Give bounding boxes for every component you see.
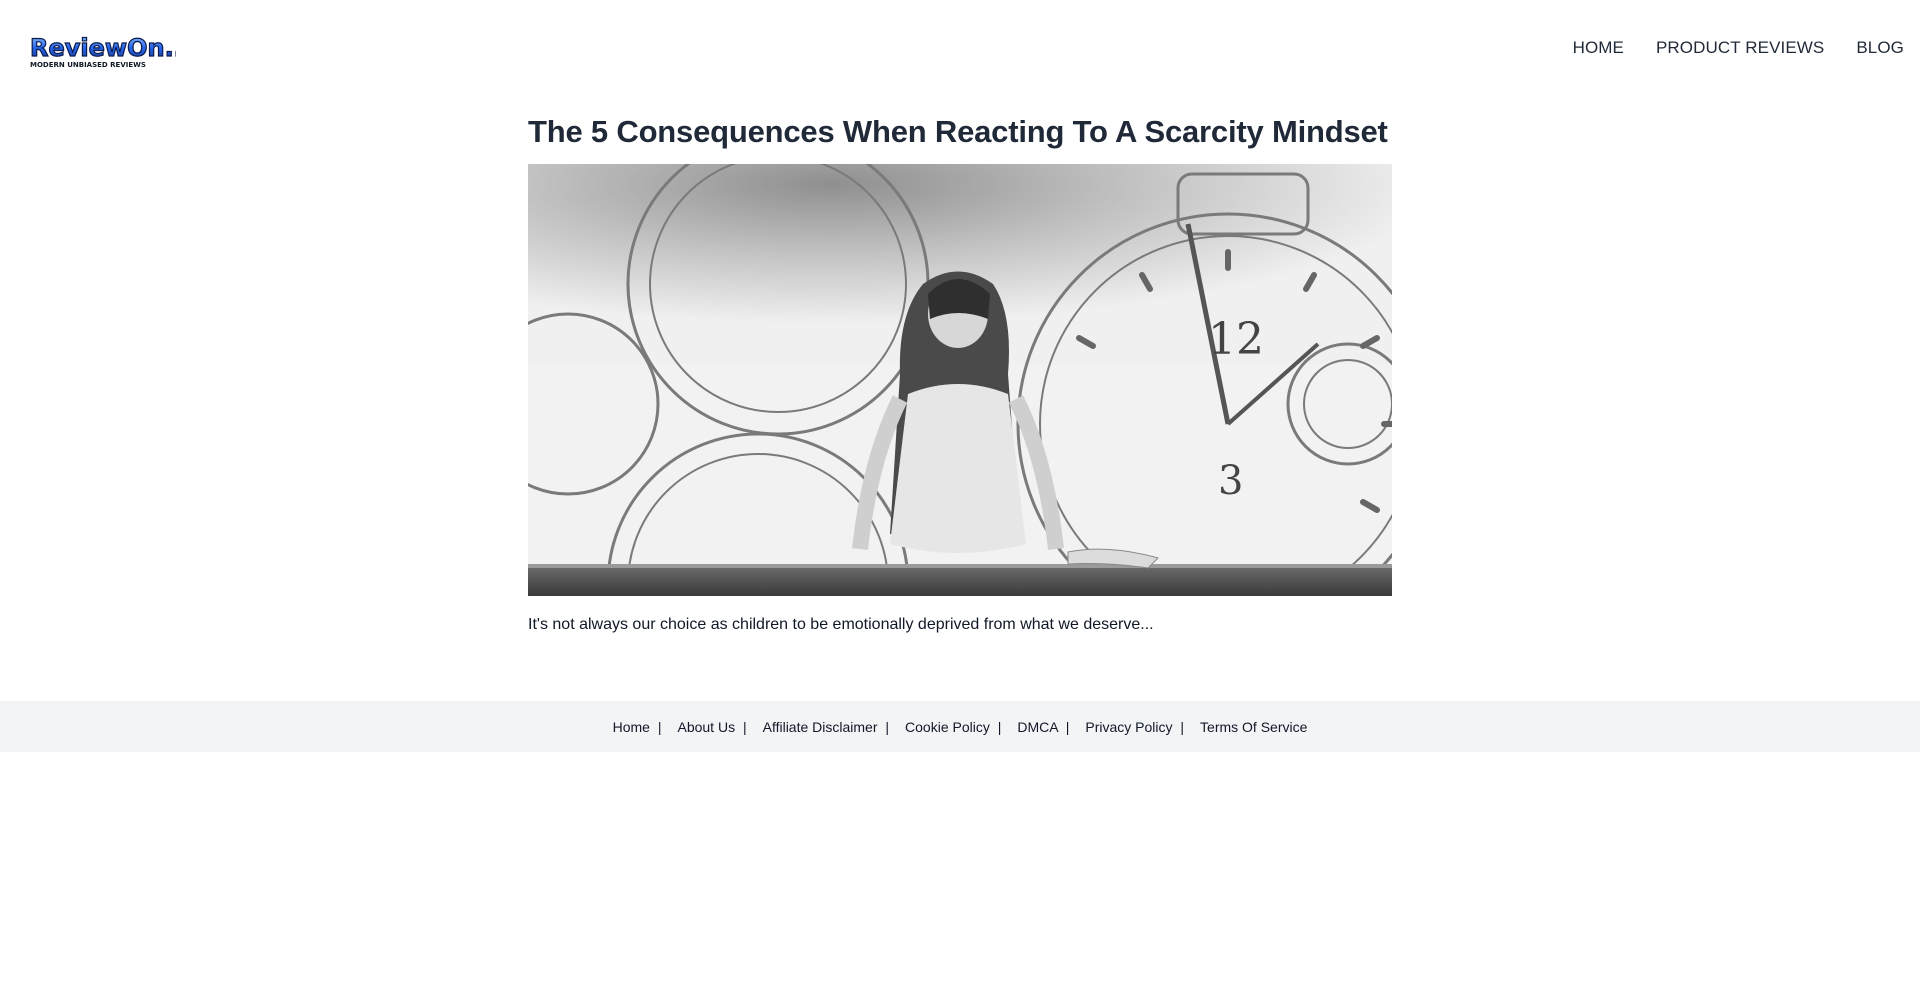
post-hero-image[interactable]: 12 3 [528, 164, 1392, 596]
site-footer: Home | About Us | Affiliate Disclaimer |… [0, 701, 1920, 752]
nav-blog[interactable]: BLOG [1856, 38, 1904, 58]
post-main: The 5 Consequences When Reacting To A Sc… [528, 112, 1392, 652]
footer-link-label: Home [612, 718, 650, 735]
footer-link-cookie-policy[interactable]: Cookie Policy | [905, 719, 1001, 735]
site-logo[interactable]: ReviewOn... MODERN UNBIASED REVIEWS [28, 34, 176, 70]
footer-link-about-us[interactable]: About Us | [677, 719, 746, 735]
site-header: ReviewOn... MODERN UNBIASED REVIEWS HOME… [0, 0, 1920, 96]
logo-text: ReviewOn... [30, 34, 176, 62]
nav-product-reviews[interactable]: PRODUCT REVIEWS [1656, 38, 1824, 58]
post-title[interactable]: The 5 Consequences When Reacting To A Sc… [528, 112, 1392, 152]
footer-link-label: Privacy Policy [1085, 718, 1173, 735]
footer-link-label: DMCA [1017, 718, 1058, 735]
footer-separator: | [742, 718, 747, 735]
footer-link-label: Cookie Policy [905, 718, 990, 735]
footer-link-terms-of-service[interactable]: Terms Of Service [1200, 719, 1307, 735]
footer-link-dmca[interactable]: DMCA | [1017, 719, 1069, 735]
footer-separator: | [1065, 718, 1070, 735]
svg-text:3: 3 [1218, 458, 1243, 504]
footer-link-privacy-policy[interactable]: Privacy Policy | [1085, 719, 1184, 735]
footer-link-label: Terms Of Service [1200, 718, 1308, 735]
footer-link-label: Affiliate Disclaimer [762, 718, 878, 735]
footer-separator: | [1180, 718, 1185, 735]
footer-separator: | [997, 718, 1002, 735]
main-nav: HOME PRODUCT REVIEWS BLOG [1573, 38, 1904, 58]
post-excerpt: It's not always our choice as children t… [528, 616, 1154, 633]
footer-separator: | [885, 718, 890, 735]
footer-link-home[interactable]: Home | [613, 719, 662, 735]
footer-link-label: About Us [677, 718, 736, 735]
svg-text:12: 12 [1208, 314, 1264, 365]
nav-home[interactable]: HOME [1573, 38, 1624, 58]
footer-link-affiliate-disclaimer[interactable]: Affiliate Disclaimer | [763, 719, 889, 735]
logo-tagline: MODERN UNBIASED REVIEWS [30, 61, 146, 69]
footer-separator: | [657, 718, 662, 735]
